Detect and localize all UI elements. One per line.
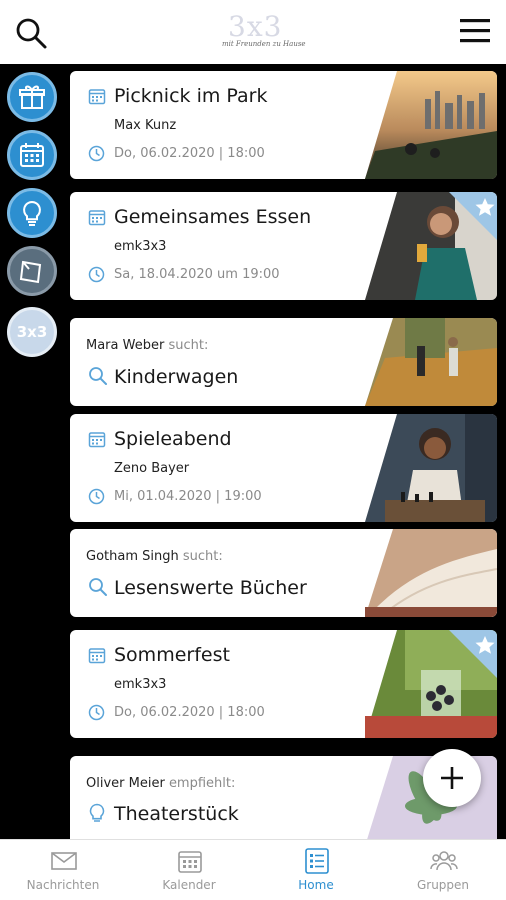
plus-icon bbox=[441, 767, 463, 789]
mail-icon bbox=[51, 852, 77, 870]
search-icon bbox=[89, 578, 107, 596]
tab-kalender[interactable]: Kalender bbox=[126, 840, 252, 900]
app-logo: 3x3 mit Freunden zu Hause bbox=[216, 10, 306, 50]
sidebar-item-gifts[interactable] bbox=[7, 72, 57, 122]
feed-card-search[interactable]: Mara Weber sucht: Kinderwagen bbox=[70, 318, 497, 406]
feed-card-event[interactable]: Picknick im Park Max Kunz Do, 06.02.2020… bbox=[70, 71, 497, 179]
hamburger-menu-icon[interactable] bbox=[458, 14, 492, 48]
tab-nachrichten[interactable]: Nachrichten bbox=[0, 840, 126, 900]
search-icon bbox=[89, 367, 107, 385]
search-author: Mara Weber sucht: bbox=[86, 338, 209, 353]
event-datetime: Do, 06.02.2020 | 18:00 bbox=[114, 146, 265, 161]
feed-card-search[interactable]: Gotham Singh sucht: Lesenswerte Bücher bbox=[70, 529, 497, 617]
search-title: Kinderwagen bbox=[114, 366, 239, 388]
event-title: Gemeinsames Essen bbox=[114, 206, 312, 228]
calendar-icon bbox=[88, 648, 106, 664]
lightbulb-icon bbox=[89, 803, 105, 822]
calendar-icon bbox=[88, 89, 106, 105]
favorite-star-icon[interactable] bbox=[449, 192, 497, 240]
tab-gruppen[interactable]: Gruppen bbox=[380, 840, 506, 900]
category-sidebar: 3x3 bbox=[0, 64, 64, 844]
event-datetime: Do, 06.02.2020 | 18:00 bbox=[114, 705, 265, 720]
event-organizer: emk3x3 bbox=[114, 239, 167, 254]
event-photo bbox=[365, 414, 497, 522]
calendar-icon bbox=[88, 210, 106, 226]
event-organizer: Zeno Bayer bbox=[114, 461, 190, 476]
event-title: Spieleabend bbox=[114, 428, 232, 450]
sidebar-3x3-label: 3x3 bbox=[16, 323, 48, 341]
event-datetime: Mi, 01.04.2020 | 19:00 bbox=[114, 489, 262, 504]
sidebar-item-notes[interactable] bbox=[7, 246, 57, 296]
tab-label: Kalender bbox=[162, 878, 216, 892]
event-organizer: emk3x3 bbox=[114, 677, 167, 692]
favorite-star-icon[interactable] bbox=[449, 630, 497, 678]
bottom-navigation: Nachrichten Kalender Home Gruppen bbox=[0, 839, 506, 900]
gift-icon bbox=[19, 85, 45, 109]
logo-text: 3x3 bbox=[228, 10, 283, 43]
clock-icon bbox=[88, 704, 105, 721]
feed-card-event[interactable]: Spieleabend Zeno Bayer Mi, 01.04.2020 | … bbox=[70, 414, 497, 522]
clock-icon bbox=[88, 488, 105, 505]
event-photo bbox=[365, 71, 497, 179]
tab-label: Home bbox=[298, 878, 334, 892]
calendar-icon bbox=[20, 143, 44, 167]
logo-tagline: mit Freunden zu Hause bbox=[222, 40, 306, 48]
search-title: Lesenswerte Bücher bbox=[114, 577, 307, 599]
sidebar-item-events[interactable] bbox=[7, 130, 57, 180]
event-datetime: Sa, 18.04.2020 um 19:00 bbox=[114, 267, 280, 282]
top-bar: 3x3 mit Freunden zu Hause bbox=[0, 0, 506, 64]
list-icon bbox=[305, 848, 329, 874]
calendar-icon bbox=[88, 432, 106, 448]
feed-card-event[interactable]: Gemeinsames Essen emk3x3 Sa, 18.04.2020 … bbox=[70, 192, 497, 300]
tab-label: Gruppen bbox=[416, 878, 470, 892]
lightbulb-icon bbox=[23, 200, 41, 226]
event-title: Picknick im Park bbox=[114, 85, 268, 107]
tab-label: Nachrichten bbox=[26, 878, 100, 892]
clock-icon bbox=[88, 145, 105, 162]
search-photo bbox=[365, 318, 497, 406]
note-icon bbox=[19, 260, 42, 284]
search-author: Gotham Singh sucht: bbox=[86, 549, 223, 564]
tab-home[interactable]: Home bbox=[253, 840, 379, 900]
search-photo bbox=[365, 529, 497, 617]
add-button[interactable] bbox=[423, 749, 481, 807]
clock-icon bbox=[88, 266, 105, 283]
event-organizer: Max Kunz bbox=[114, 118, 177, 133]
event-title: Sommerfest bbox=[114, 644, 230, 666]
group-icon bbox=[430, 851, 458, 871]
feed-card-event[interactable]: Sommerfest emk3x3 Do, 06.02.2020 | 18:00 bbox=[70, 630, 497, 738]
sidebar-item-3x3[interactable]: 3x3 bbox=[7, 307, 57, 357]
sidebar-item-recommendations[interactable] bbox=[7, 188, 57, 238]
recommendation-author: Oliver Meier empfiehlt: bbox=[86, 776, 236, 791]
calendar-icon bbox=[178, 851, 202, 873]
search-icon[interactable] bbox=[14, 16, 48, 50]
recommendation-title: Theaterstück bbox=[114, 803, 239, 825]
